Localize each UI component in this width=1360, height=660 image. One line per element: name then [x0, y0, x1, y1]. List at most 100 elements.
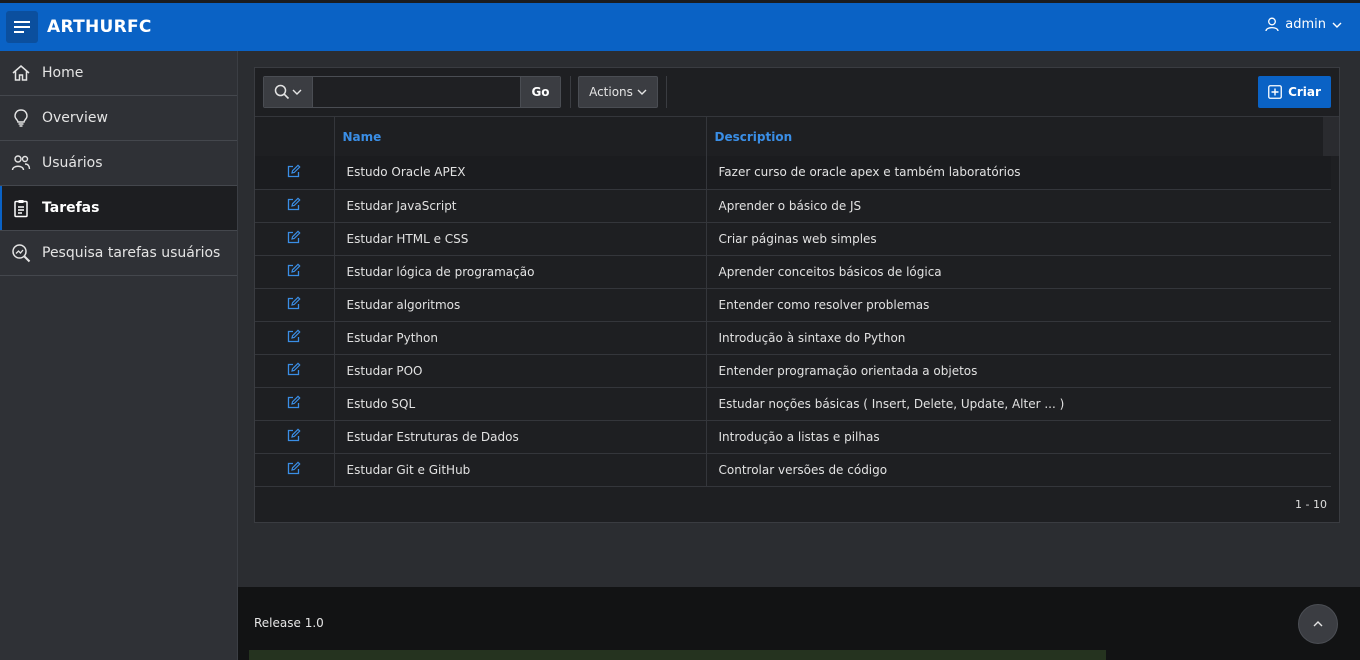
- sidebar-item-home[interactable]: Home: [0, 51, 237, 96]
- edit-icon: [287, 296, 301, 313]
- hamburger-icon: [14, 21, 30, 33]
- scroll-to-top-button[interactable]: [1298, 604, 1338, 644]
- search-chart-icon: [10, 242, 32, 264]
- cell-name: Estudar algoritmos: [334, 287, 707, 321]
- chevron-up-icon: [1313, 621, 1323, 627]
- users-icon: [10, 152, 32, 174]
- top-bar: ARTHURFC admin: [0, 0, 1360, 51]
- search-input[interactable]: [313, 77, 520, 107]
- toolbar-divider: [570, 76, 571, 108]
- cell-name: Estudar Git e GitHub: [334, 452, 707, 487]
- column-header-name[interactable]: Name: [334, 117, 707, 156]
- table-row: Estudar POO Entender programação orientad…: [255, 353, 1331, 387]
- edit-row-link[interactable]: [255, 386, 335, 420]
- cell-description: Introdução a listas e pilhas: [706, 419, 1331, 453]
- sidebar-item-usuarios[interactable]: Usuários: [0, 141, 237, 186]
- sidebar-item-label: Tarefas: [42, 200, 100, 216]
- table-row: Estudar JavaScript Aprender o básico de J…: [255, 188, 1331, 222]
- cell-description: Entender programação orientada a objetos: [706, 353, 1331, 387]
- edit-row-link[interactable]: [255, 287, 335, 321]
- edit-icon: [287, 329, 301, 346]
- cell-description: Controlar versões de código: [706, 452, 1331, 487]
- edit-icon: [287, 395, 301, 412]
- menu-toggle-button[interactable]: [6, 11, 38, 43]
- edit-icon: [287, 164, 301, 181]
- sidebar-item-label: Usuários: [42, 155, 103, 171]
- actions-label: Actions: [589, 85, 633, 99]
- search-column-selector[interactable]: [264, 77, 313, 107]
- table-row: Estudo SQL Estudar noções básicas ( Inser…: [255, 386, 1331, 420]
- release-label: Release 1.0: [254, 616, 324, 630]
- user-name: admin: [1285, 17, 1326, 32]
- chevron-down-icon: [1332, 22, 1342, 28]
- edit-row-link[interactable]: [255, 254, 335, 288]
- report-toolbar: Go Actions Criar: [255, 68, 1339, 117]
- main-content: Go Actions Criar Name Description Estudo…: [238, 51, 1360, 587]
- sidebar-item-overview[interactable]: Overview: [0, 96, 237, 141]
- chevron-down-icon: [292, 89, 302, 95]
- edit-icon: [287, 461, 301, 478]
- edit-icon: [287, 197, 301, 214]
- column-header-description[interactable]: Description: [706, 117, 1339, 156]
- home-icon: [10, 62, 32, 84]
- table-row: Estudar HTML e CSS Criar páginas web simp…: [255, 221, 1331, 255]
- sidebar-item-pesquisa[interactable]: Pesquisa tarefas usuários: [0, 231, 237, 276]
- edit-icon: [287, 362, 301, 379]
- cell-name: Estudar lógica de programação: [334, 254, 707, 288]
- edit-icon: [287, 428, 301, 445]
- sidebar-item-label: Home: [42, 65, 84, 81]
- actions-menu-button[interactable]: Actions: [578, 76, 658, 108]
- sidebar-item-tarefas[interactable]: Tarefas: [0, 186, 237, 231]
- table-row: Estudar Estruturas de Dados Introdução a …: [255, 419, 1331, 453]
- toolbar-divider: [666, 76, 667, 108]
- edit-row-link[interactable]: [255, 353, 335, 387]
- edit-icon: [287, 263, 301, 280]
- user-menu[interactable]: admin: [1265, 17, 1342, 32]
- edit-row-link[interactable]: [255, 320, 335, 354]
- chevron-down-icon: [637, 89, 647, 95]
- table-header-row: Name Description: [255, 117, 1339, 156]
- cell-description: Criar páginas web simples: [706, 221, 1331, 255]
- cell-description: Aprender o básico de JS: [706, 188, 1331, 222]
- cell-description: Fazer curso de oracle apex e também labo…: [706, 156, 1331, 189]
- edit-icon: [287, 230, 301, 247]
- search-bar: Go: [263, 76, 561, 108]
- edit-row-link[interactable]: [255, 452, 335, 487]
- developer-toolbar-strip: [249, 650, 1106, 660]
- cell-description: Entender como resolver problemas: [706, 287, 1331, 321]
- clipboard-icon: [10, 197, 32, 219]
- cell-name: Estudar Python: [334, 320, 707, 354]
- table-row: Estudo Oracle APEX Fazer curso de oracle …: [255, 156, 1331, 189]
- edit-row-link[interactable]: [255, 221, 335, 255]
- user-icon: [1265, 17, 1279, 32]
- create-button[interactable]: Criar: [1258, 76, 1331, 108]
- cell-description: Introdução à sintaxe do Python: [706, 320, 1331, 354]
- create-label: Criar: [1288, 85, 1321, 99]
- sidebar-item-label: Pesquisa tarefas usuários: [42, 245, 221, 261]
- cell-name: Estudar POO: [334, 353, 707, 387]
- report-table: Name Description Estudo Oracle APEX Fazer…: [255, 117, 1339, 487]
- edit-row-link[interactable]: [255, 419, 335, 453]
- cell-name: Estudo Oracle APEX: [334, 156, 707, 189]
- cell-name: Estudar HTML e CSS: [334, 221, 707, 255]
- cell-description: Aprender conceitos básicos de lógica: [706, 254, 1331, 288]
- sidebar-item-label: Overview: [42, 110, 108, 126]
- table-row: Estudar Python Introdução à sintaxe do Py…: [255, 320, 1331, 354]
- lightbulb-icon: [10, 107, 32, 129]
- table-row: Estudar Git e GitHub Controlar versões de…: [255, 452, 1331, 487]
- edit-row-link[interactable]: [255, 156, 335, 189]
- add-icon: [1268, 85, 1282, 99]
- pagination-info: 1 - 10: [1295, 498, 1327, 511]
- search-icon: [274, 84, 290, 100]
- cell-description: Estudar noções básicas ( Insert, Delete,…: [706, 386, 1331, 420]
- interactive-report: Go Actions Criar Name Description Estudo…: [254, 67, 1340, 523]
- edit-row-link[interactable]: [255, 188, 335, 222]
- table-row: Estudar algoritmos Entender como resolver…: [255, 287, 1331, 321]
- column-header-edit: [255, 117, 335, 156]
- sidebar-nav: Home Overview Usuários Tarefas Pesquisa …: [0, 51, 238, 660]
- cell-name: Estudo SQL: [334, 386, 707, 420]
- app-title[interactable]: ARTHURFC: [47, 17, 152, 37]
- table-row: Estudar lógica de programação Aprender co…: [255, 254, 1331, 288]
- cell-name: Estudar Estruturas de Dados: [334, 419, 707, 453]
- go-button[interactable]: Go: [520, 77, 560, 107]
